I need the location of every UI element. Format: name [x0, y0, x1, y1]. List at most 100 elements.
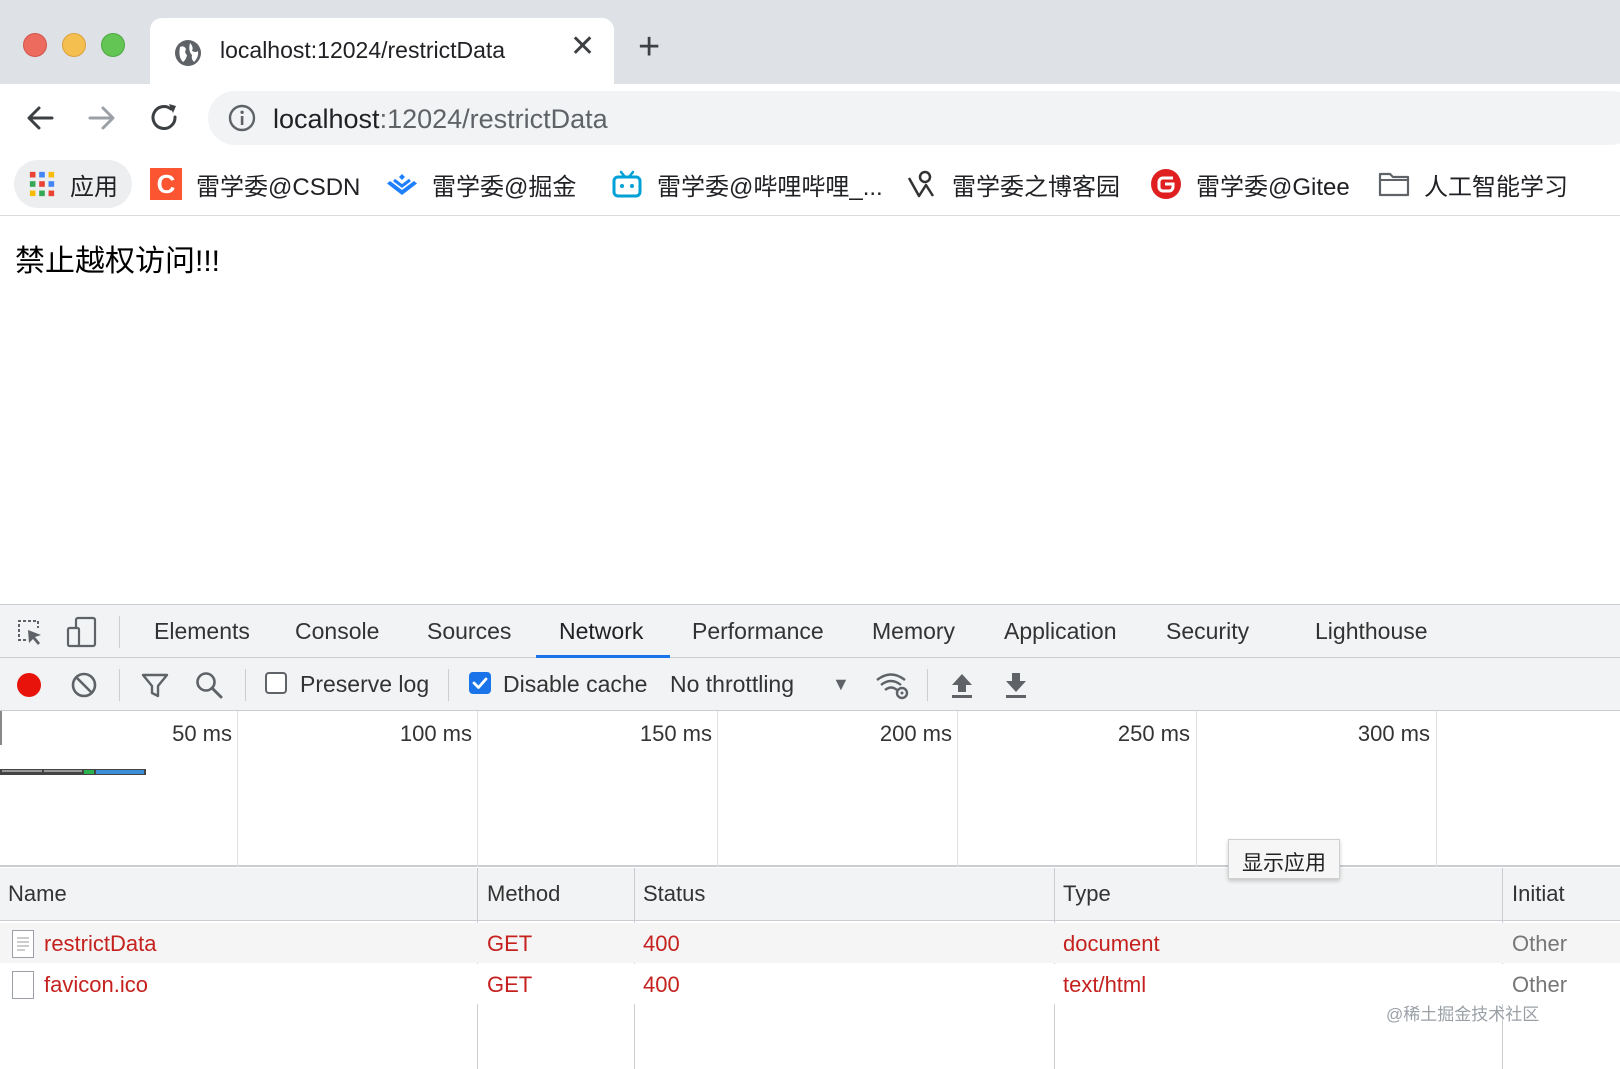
folder-icon	[1378, 172, 1410, 197]
request-type: text/html	[1063, 972, 1147, 997]
devtools-panel: Elements Console Sources Network Perform…	[0, 604, 1620, 1069]
record-icon[interactable]	[14, 670, 44, 700]
bookmark-juejin[interactable]: 雷学委@掘金	[386, 160, 576, 208]
gridline	[477, 711, 478, 867]
bookmark-csdn[interactable]: C 雷学委@CSDN	[150, 160, 360, 208]
tab-application[interactable]: Application	[1004, 618, 1117, 645]
gitee-icon	[1151, 169, 1181, 199]
device-toolbar-icon[interactable]	[66, 616, 98, 648]
bookmark-cnblogs[interactable]: 雷学委之博客园	[906, 160, 1120, 208]
page-message: 禁止越权访问!!!	[15, 245, 221, 278]
table-row[interactable]: favicon.ico GET 400 text/html Other	[0, 964, 1620, 1004]
column-header-name[interactable]: Name	[8, 881, 67, 907]
gridline	[1196, 711, 1197, 867]
tab-strip: localhost:12024/restrictData ✕ +	[0, 0, 1620, 84]
tab-title: localhost:12024/restrictData	[220, 37, 506, 63]
tooltip: 显示应用	[1228, 839, 1340, 879]
network-overview-timeline[interactable]: 50 ms 100 ms 150 ms 200 ms 250 ms 300 ms	[0, 711, 1620, 867]
close-window-button[interactable]	[23, 33, 47, 57]
browser-tab[interactable]: localhost:12024/restrictData ✕	[150, 18, 614, 84]
new-tab-icon[interactable]: +	[638, 28, 660, 66]
bookmark-apps[interactable]: 应用	[14, 160, 132, 208]
bookmark-apps-label: 应用	[70, 173, 118, 201]
tab-performance[interactable]: Performance	[692, 618, 824, 645]
info-icon[interactable]	[228, 104, 256, 132]
bookmarks-bar: 应用 C 雷学委@CSDN 雷学委@掘金 雷学委@哔哩哔哩_... 雷学委之博客…	[0, 152, 1620, 216]
filter-icon[interactable]	[140, 670, 170, 700]
bookmark-label: 雷学委之博客园	[952, 173, 1120, 201]
tick-label: 100 ms	[399, 721, 472, 746]
globe-icon	[175, 40, 201, 66]
csdn-icon: C	[150, 168, 182, 200]
cnblogs-icon	[907, 170, 935, 198]
table-row[interactable]: restrictData GET 400 document Other	[0, 923, 1620, 963]
url-text: localhost:12024/restrictData	[273, 104, 608, 135]
reload-icon[interactable]	[147, 100, 183, 136]
request-initiator: Other	[1512, 972, 1568, 997]
request-initiator: Other	[1512, 931, 1568, 956]
tab-elements[interactable]: Elements	[154, 618, 250, 645]
separator	[119, 669, 120, 701]
document-file-icon	[12, 930, 34, 958]
request-status: 400	[643, 972, 680, 997]
tick-label: 200 ms	[879, 721, 952, 746]
tab-console[interactable]: Console	[295, 618, 379, 645]
back-icon[interactable]	[22, 100, 58, 136]
separator	[448, 669, 449, 701]
tab-memory[interactable]: Memory	[872, 618, 955, 645]
bookmark-bilibili[interactable]: 雷学委@哔哩哔哩_...	[611, 160, 883, 208]
disable-cache-label: Disable cache	[503, 671, 648, 697]
network-conditions-icon[interactable]	[875, 670, 911, 700]
bookmark-label: 人工智能学习	[1424, 173, 1568, 201]
devtools-tab-bar: Elements Console Sources Network Perform…	[0, 605, 1620, 658]
throttling-select[interactable]: No throttling	[670, 671, 794, 698]
request-type: document	[1063, 931, 1160, 956]
network-toolbar: Preserve log Disable cache No throttling…	[0, 658, 1620, 711]
preserve-log-checkbox[interactable]	[265, 672, 287, 694]
search-icon[interactable]	[194, 670, 224, 700]
gridline	[1436, 711, 1437, 867]
url-path: :12024/restrictData	[379, 104, 608, 134]
export-har-icon[interactable]	[1001, 670, 1031, 700]
bookmark-folder-ai[interactable]: 人工智能学习	[1378, 160, 1568, 208]
tick-label: 50 ms	[172, 721, 232, 746]
table-header: Name Method Status Type Initiat	[0, 868, 1620, 921]
tick-label: 150 ms	[639, 721, 712, 746]
close-tab-icon[interactable]: ✕	[570, 32, 595, 62]
url-host: localhost	[273, 104, 380, 134]
request-name: restrictData	[44, 931, 157, 956]
import-har-icon[interactable]	[947, 670, 977, 700]
clear-icon[interactable]	[69, 670, 99, 700]
juejin-icon	[387, 174, 417, 195]
column-header-initiator[interactable]: Initiat	[1512, 881, 1565, 907]
file-icon	[12, 971, 34, 999]
tick-label: 250 ms	[1117, 721, 1190, 746]
minimize-window-button[interactable]	[62, 33, 86, 57]
inspect-element-icon[interactable]	[16, 618, 44, 646]
address-bar[interactable]: localhost:12024/restrictData	[208, 91, 1620, 145]
apps-grid-icon	[29, 171, 55, 197]
gridline	[237, 711, 238, 867]
bookmark-gitee[interactable]: 雷学委@Gitee	[1150, 160, 1350, 208]
requests-table: Name Method Status Type Initiat restrict…	[0, 868, 1620, 1069]
forward-icon[interactable]	[84, 100, 120, 136]
separator	[119, 616, 120, 648]
column-header-method[interactable]: Method	[487, 881, 560, 907]
column-header-type[interactable]: Type	[1063, 881, 1111, 907]
zoom-window-button[interactable]	[101, 33, 125, 57]
gridline	[957, 711, 958, 867]
tab-sources[interactable]: Sources	[427, 618, 511, 645]
gridline	[717, 711, 718, 867]
tab-lighthouse[interactable]: Lighthouse	[1315, 618, 1428, 645]
request-name: favicon.ico	[44, 972, 148, 997]
dropdown-arrow-icon[interactable]: ▼	[832, 674, 850, 695]
bookmark-label: 雷学委@哔哩哔哩_...	[657, 173, 883, 201]
request-status: 400	[643, 931, 680, 956]
disable-cache-checkbox[interactable]	[469, 672, 491, 694]
browser-toolbar: localhost:12024/restrictData	[0, 84, 1620, 152]
tab-security[interactable]: Security	[1166, 618, 1249, 645]
separator	[245, 669, 246, 701]
column-header-status[interactable]: Status	[643, 881, 705, 907]
bookmark-label: 雷学委@Gitee	[1196, 173, 1350, 201]
tab-network[interactable]: Network	[559, 618, 643, 645]
